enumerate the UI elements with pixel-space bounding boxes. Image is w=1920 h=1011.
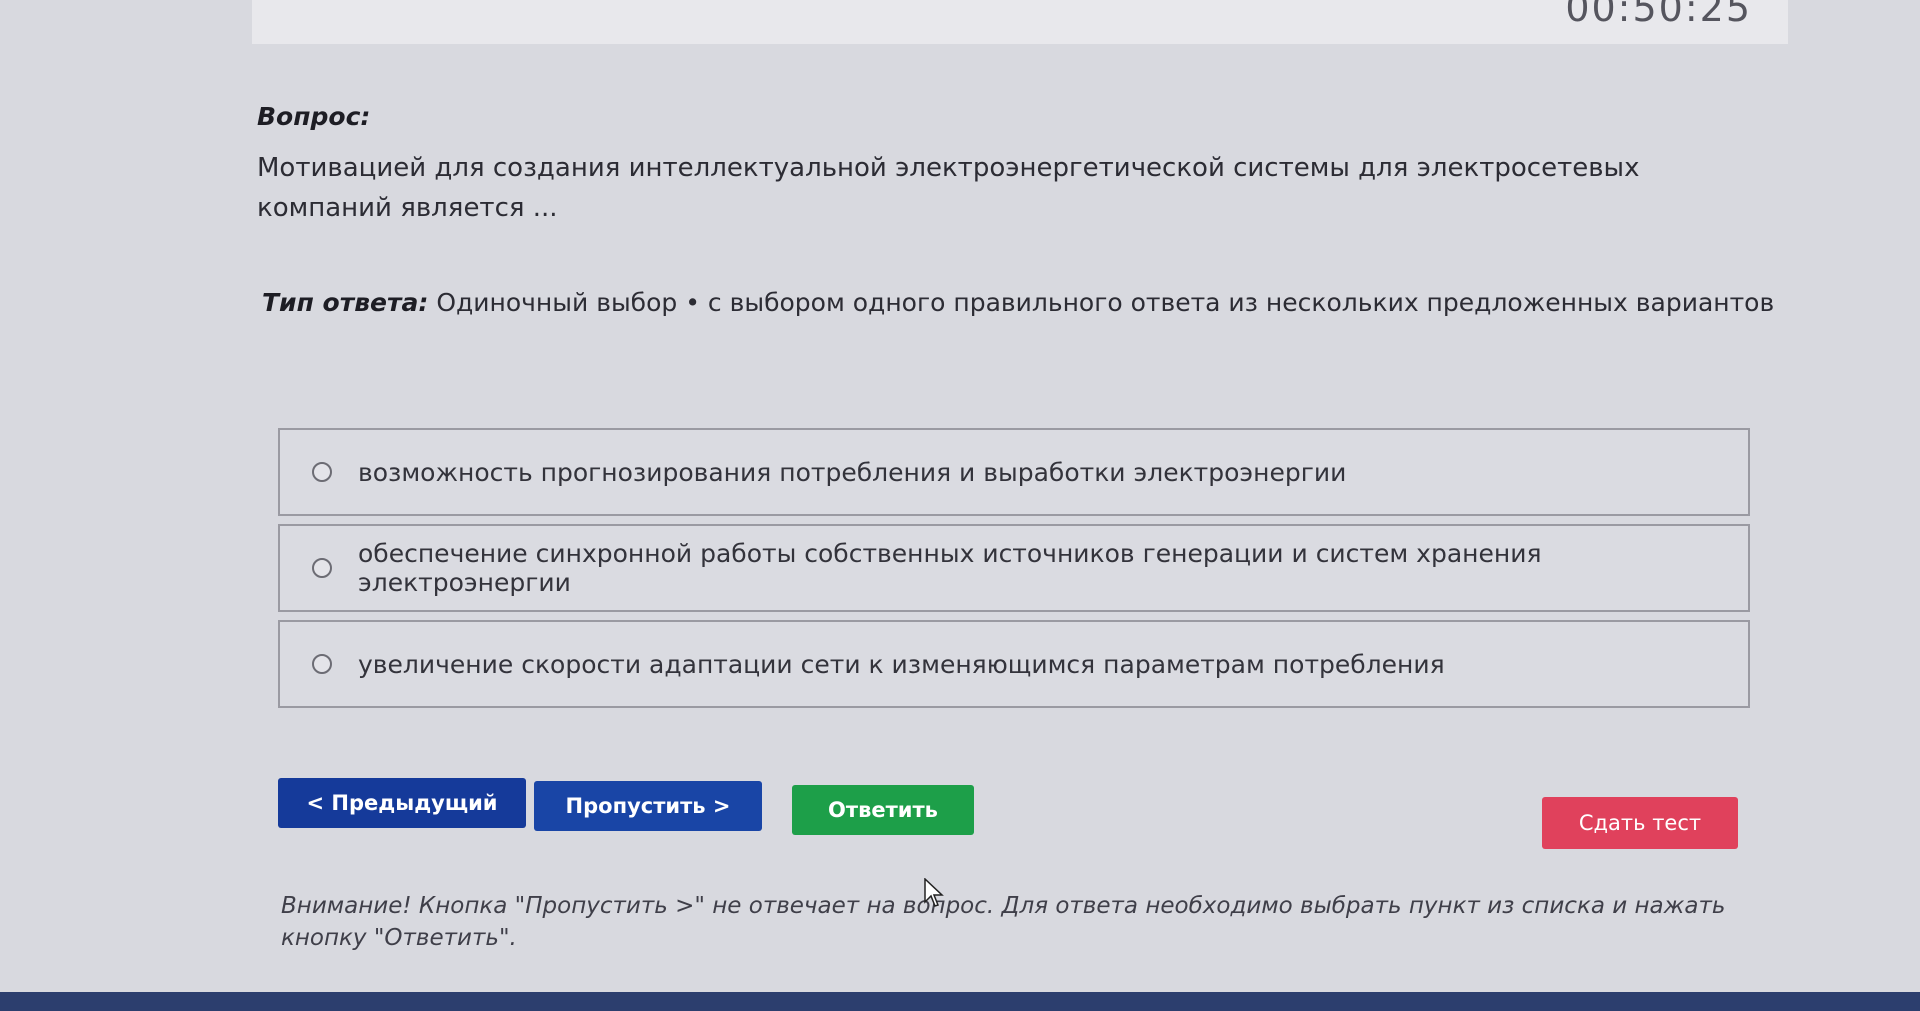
radio-button-icon[interactable] bbox=[312, 462, 332, 482]
answer-type-value: Одиночный выбор • с выбором одного прави… bbox=[436, 288, 1775, 317]
answer-option-label: увеличение скорости адаптации сети к изм… bbox=[358, 649, 1445, 679]
answer-type: Тип ответа: Одиночный выбор • с выбором … bbox=[262, 288, 1774, 317]
mouse-cursor-icon bbox=[924, 878, 944, 907]
timer: 00:50:25 bbox=[1565, 0, 1752, 30]
previous-button[interactable]: < Предыдущий bbox=[278, 778, 526, 828]
skip-notice: Внимание! Кнопка "Пропустить >" не отвеч… bbox=[281, 893, 1726, 951]
answer-option-3[interactable]: увеличение скорости адаптации сети к изм… bbox=[278, 620, 1750, 708]
question-label: Вопрос: bbox=[257, 102, 371, 131]
skip-button[interactable]: Пропустить > bbox=[534, 781, 762, 831]
answer-type-label: Тип ответа: bbox=[262, 288, 429, 317]
question-text: Мотивацией для создания интеллектуальной… bbox=[257, 153, 1640, 223]
answer-option-2[interactable]: обеспечение синхронной работы собственны… bbox=[278, 524, 1750, 612]
radio-button-icon[interactable] bbox=[312, 558, 332, 578]
answer-option-1[interactable]: возможность прогнозирования потребления … bbox=[278, 428, 1750, 516]
answer-option-label: обеспечение синхронной работы собственны… bbox=[358, 539, 1542, 597]
answer-option-label: возможность прогнозирования потребления … bbox=[358, 457, 1347, 487]
submit-test-button[interactable]: Сдать тест bbox=[1542, 797, 1738, 849]
top-panel: 00:50:25 bbox=[252, 0, 1788, 44]
answer-options: возможность прогнозирования потребления … bbox=[278, 428, 1750, 716]
bottom-bar bbox=[0, 992, 1920, 1011]
answer-button[interactable]: Ответить bbox=[792, 785, 974, 835]
radio-button-icon[interactable] bbox=[312, 654, 332, 674]
